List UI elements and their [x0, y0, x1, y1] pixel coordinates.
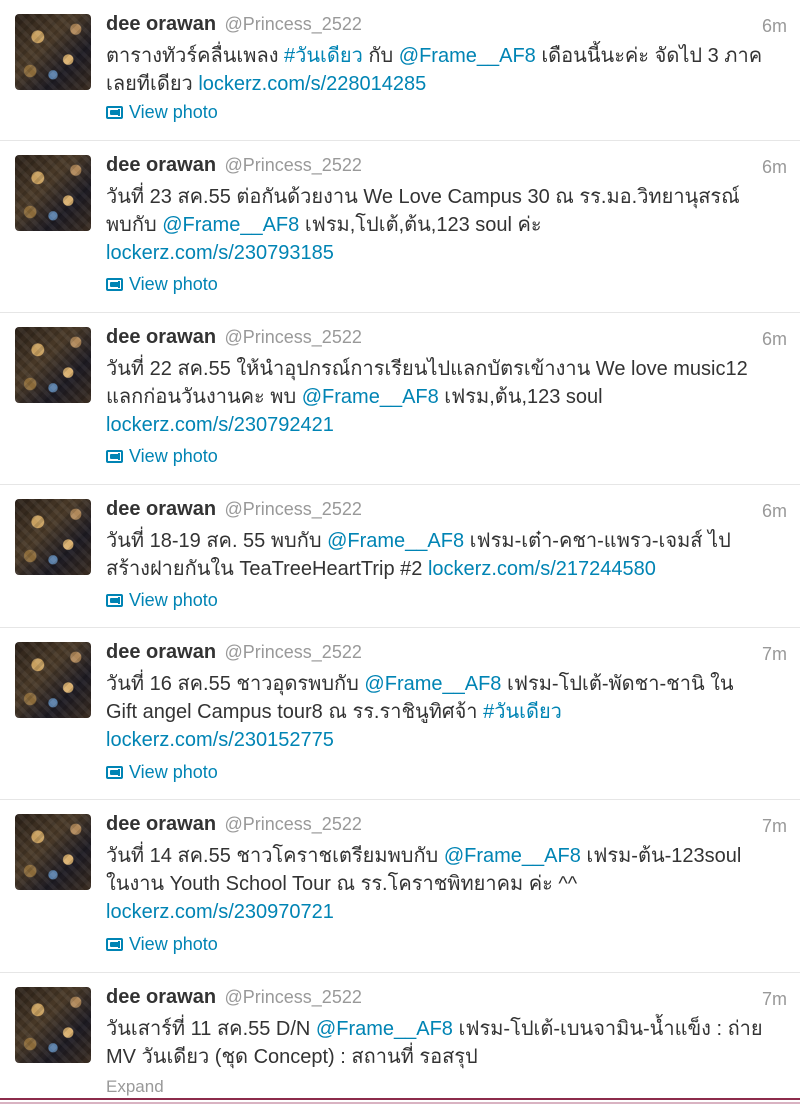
view-photo-label: View photo — [129, 445, 218, 466]
avatar[interactable] — [15, 642, 91, 718]
tweet-text: วันที่ 14 สค.55 ชาวโคราชเตรียมพบกับ @Fra… — [106, 842, 766, 926]
mention-link[interactable]: @Frame__AF8 — [302, 386, 439, 408]
tweet-item[interactable]: dee orawan @Princess_2522 7m วันเสาร์ที่… — [0, 973, 800, 1098]
tweet-timeline: dee orawan @Princess_2522 6m ตารางทัวร์ค… — [0, 0, 800, 1098]
tweet-item[interactable]: dee orawan @Princess_2522 7m วันที่ 16 ส… — [0, 628, 800, 800]
user-name[interactable]: dee orawan — [106, 498, 216, 520]
mention-link[interactable]: @Frame__AF8 — [444, 845, 581, 867]
expand-label: Expand — [106, 1077, 164, 1096]
view-photo-link[interactable]: View photo — [106, 273, 218, 295]
tweet-text-segment: ตารางทัวร์คลื่นเพลง — [106, 45, 285, 67]
url-link[interactable]: lockerz.com/s/230792421 — [106, 414, 334, 436]
photo-icon — [106, 449, 123, 463]
user-name[interactable]: dee orawan — [106, 641, 216, 663]
view-photo-link[interactable]: View photo — [106, 101, 218, 123]
url-link[interactable]: lockerz.com/s/230970721 — [106, 901, 334, 923]
avatar[interactable] — [15, 327, 91, 403]
tweet-header: dee orawan @Princess_2522 — [106, 986, 362, 1012]
view-photo-link[interactable]: View photo — [106, 761, 218, 783]
photo-icon — [106, 105, 123, 119]
timestamp[interactable]: 7m — [762, 816, 787, 837]
user-name[interactable]: dee orawan — [106, 813, 216, 835]
mention-link[interactable]: @Frame__AF8 — [364, 673, 501, 695]
hashtag-link[interactable]: #วันเดียว — [483, 701, 562, 723]
tweet-item[interactable]: dee orawan @Princess_2522 6m วันที่ 18-1… — [0, 485, 800, 628]
avatar[interactable] — [15, 987, 91, 1063]
view-photo-label: View photo — [129, 101, 218, 122]
timestamp[interactable]: 6m — [762, 501, 787, 522]
user-name[interactable]: dee orawan — [106, 154, 216, 176]
avatar[interactable] — [15, 814, 91, 890]
photo-icon — [106, 277, 123, 291]
user-handle[interactable]: @Princess_2522 — [225, 155, 362, 175]
tweet-text-segment: กับ — [362, 45, 399, 67]
avatar[interactable] — [15, 499, 91, 575]
tweet-text-segment: วันที่ 16 สค.55 ชาวอุดรพบกับ — [106, 673, 365, 695]
user-handle[interactable]: @Princess_2522 — [225, 499, 362, 519]
url-link[interactable]: lockerz.com/s/217244580 — [428, 558, 656, 580]
photo-icon — [106, 937, 123, 951]
mention-link[interactable]: @Frame__AF8 — [399, 45, 536, 67]
tweet-item[interactable]: dee orawan @Princess_2522 7m วันที่ 14 ส… — [0, 800, 800, 973]
tweet-header: dee orawan @Princess_2522 — [106, 326, 362, 352]
tweet-text: วันที่ 18-19 สค. 55 พบกับ @Frame__AF8 เฟ… — [106, 527, 766, 583]
tweet-text-segment: เฟรม,โปเต้,ต้น,123 soul ค่ะ — [299, 214, 542, 236]
timestamp[interactable]: 7m — [762, 989, 787, 1010]
expand-link[interactable]: Expand — [106, 1076, 164, 1098]
avatar[interactable] — [15, 14, 91, 90]
user-handle[interactable]: @Princess_2522 — [225, 327, 362, 347]
tweet-item[interactable]: dee orawan @Princess_2522 6m วันที่ 22 ส… — [0, 313, 800, 485]
user-handle[interactable]: @Princess_2522 — [225, 14, 362, 34]
tweet-text-segment: เฟรม,ต้น,123 soul — [438, 386, 603, 408]
tweet-text: ตารางทัวร์คลื่นเพลง #วันเดียว กับ @Frame… — [106, 42, 766, 98]
view-photo-link[interactable]: View photo — [106, 445, 218, 467]
mention-link[interactable]: @Frame__AF8 — [162, 214, 299, 236]
tweet-text: วันที่ 16 สค.55 ชาวอุดรพบกับ @Frame__AF8… — [106, 670, 766, 754]
photo-icon — [106, 765, 123, 779]
photo-icon — [106, 593, 123, 607]
tweet-text-segment: วันที่ 14 สค.55 ชาวโคราชเตรียมพบกับ — [106, 845, 444, 867]
timestamp[interactable]: 6m — [762, 157, 787, 178]
user-handle[interactable]: @Princess_2522 — [225, 814, 362, 834]
url-link[interactable]: lockerz.com/s/230152775 — [106, 729, 334, 751]
bottom-divider — [0, 1098, 800, 1105]
tweet-header: dee orawan @Princess_2522 — [106, 641, 362, 667]
url-link[interactable]: lockerz.com/s/230793185 — [106, 242, 334, 264]
view-photo-label: View photo — [129, 933, 218, 954]
mention-link[interactable]: @Frame__AF8 — [316, 1018, 453, 1040]
view-photo-link[interactable]: View photo — [106, 933, 218, 955]
view-photo-link[interactable]: View photo — [106, 589, 218, 611]
tweet-item[interactable]: dee orawan @Princess_2522 6m วันที่ 23 ส… — [0, 141, 800, 313]
tweet-header: dee orawan @Princess_2522 — [106, 498, 362, 524]
user-handle[interactable]: @Princess_2522 — [225, 642, 362, 662]
view-photo-label: View photo — [129, 761, 218, 782]
view-photo-label: View photo — [129, 273, 218, 294]
user-name[interactable]: dee orawan — [106, 326, 216, 348]
tweet-text: วันที่ 22 สค.55 ให้นำอุปกรณ์การเรียนไปแล… — [106, 355, 766, 439]
tweet-item[interactable]: dee orawan @Princess_2522 6m ตารางทัวร์ค… — [0, 0, 800, 141]
hashtag-link[interactable]: #วันเดียว — [284, 45, 363, 67]
view-photo-label: View photo — [129, 589, 218, 610]
timestamp[interactable]: 6m — [762, 329, 787, 350]
avatar[interactable] — [15, 155, 91, 231]
user-handle[interactable]: @Princess_2522 — [225, 987, 362, 1007]
tweet-header: dee orawan @Princess_2522 — [106, 813, 362, 839]
tweet-text: วันที่ 23 สค.55 ต่อกันด้วยงาน We Love Ca… — [106, 183, 766, 267]
url-link[interactable]: lockerz.com/s/228014285 — [198, 73, 426, 95]
tweet-header: dee orawan @Princess_2522 — [106, 154, 362, 180]
user-name[interactable]: dee orawan — [106, 13, 216, 35]
tweet-text-segment: วันเสาร์ที่ 11 สค.55 D/N — [106, 1018, 316, 1040]
mention-link[interactable]: @Frame__AF8 — [327, 530, 464, 552]
user-name[interactable]: dee orawan — [106, 986, 216, 1008]
timestamp[interactable]: 6m — [762, 16, 787, 37]
tweet-header: dee orawan @Princess_2522 — [106, 13, 362, 39]
tweet-text: วันเสาร์ที่ 11 สค.55 D/N @Frame__AF8 เฟร… — [106, 1015, 766, 1071]
timestamp[interactable]: 7m — [762, 644, 787, 665]
tweet-text-segment: วันที่ 18-19 สค. 55 พบกับ — [106, 530, 328, 552]
